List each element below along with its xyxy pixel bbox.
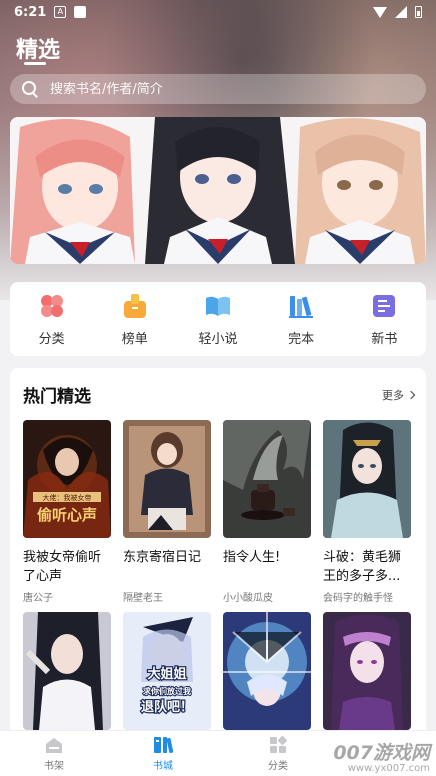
quick-nav: 分类 榜单 轻小说 完本 新书 <box>10 282 426 356</box>
hot-picks-section: 热门精选 更多 大佬：我被女帝 偷听心声 我被女帝偷听了心声 唐公子 东京寄宿日… <box>10 368 426 730</box>
cover-title-line1: 大姐姐 <box>147 666 186 682</box>
tab-label: 书城 <box>153 760 173 772</box>
quicknav-label: 榜单 <box>121 331 148 347</box>
book-cover: 大佬：我被女帝 偷听心声 <box>23 420 111 538</box>
watermark-main: 007游戏网 <box>333 742 430 764</box>
search-input[interactable] <box>50 81 390 97</box>
book-title: 我被女帝偷听了心声 <box>23 550 102 584</box>
completed-books-icon <box>289 295 314 318</box>
quicknav-light-novel[interactable]: 轻小说 <box>183 292 253 347</box>
chevron-right-icon <box>406 390 416 399</box>
notification-square-icon <box>74 6 87 18</box>
page-title[interactable]: 精选 <box>16 32 60 64</box>
title-underline <box>24 62 46 65</box>
book-author: 会码字的触手怪 <box>323 593 393 604</box>
battery-icon <box>415 6 422 18</box>
book-cover <box>123 420 211 538</box>
book-card[interactable] <box>323 612 411 730</box>
banner-illustration <box>10 117 426 264</box>
category-grid-icon <box>270 735 288 753</box>
book-card[interactable]: 斗破：黄毛狮王的多子多... 会码字的触手怪 <box>323 420 411 604</box>
book-cover: 大姐姐 求你们放过我 退队吧！ <box>123 612 211 730</box>
new-book-icon <box>373 294 396 317</box>
tab-bookshelf[interactable]: 书架 <box>0 731 108 776</box>
quicknav-label: 分类 <box>38 331 65 347</box>
book-card[interactable]: 大姐姐 求你们放过我 退队吧！ <box>123 612 211 730</box>
book-author: 小小酸瓜皮 <box>223 593 273 604</box>
book-card[interactable]: 大佬：我被女帝 偷听心声 我被女帝偷听了心声 唐公子 <box>23 420 111 604</box>
cover-subtitle: 大佬：我被女帝 <box>43 493 92 502</box>
quicknav-completed[interactable]: 完本 <box>266 292 336 347</box>
tab-bookstore[interactable]: 书城 <box>108 731 218 776</box>
tab-label: 分类 <box>268 760 288 772</box>
book-card[interactable]: 东京寄宿日记 隔壁老王 <box>123 420 211 604</box>
status-time: 6:21 <box>14 4 47 20</box>
quicknav-label: 轻小说 <box>198 331 238 347</box>
bookstore-icon <box>154 736 173 753</box>
book-card[interactable] <box>23 612 111 730</box>
notification-a-icon: A <box>54 6 67 18</box>
book-title: 东京寄宿日记 <box>123 550 202 565</box>
book-cover <box>323 420 411 538</box>
book-title: 指令人生! <box>223 550 281 565</box>
status-bar: 6:21 A <box>0 0 436 24</box>
book-cover <box>323 612 411 730</box>
cover-title-line3: 退队吧！ <box>141 700 193 715</box>
signal-icon <box>395 6 407 18</box>
more-label: 更多 <box>382 388 404 402</box>
wifi-icon <box>373 6 387 18</box>
section-title: 热门精选 <box>23 387 91 407</box>
book-author: 唐公子 <box>23 593 53 604</box>
quicknav-ranking[interactable]: 榜单 <box>100 292 170 347</box>
cover-title-line2: 求你们放过我 <box>143 686 191 696</box>
book-author: 隔壁老王 <box>123 593 163 604</box>
quicknav-new-book[interactable]: 新书 <box>349 292 419 347</box>
watermark: 007游戏网 www.yx007.com <box>333 738 430 774</box>
light-novel-icon <box>205 296 230 316</box>
ranking-icon <box>123 293 146 318</box>
tab-category[interactable]: 分类 <box>218 731 338 776</box>
search-bar[interactable] <box>10 74 426 104</box>
cover-title: 偷听心声 <box>37 506 97 524</box>
search-icon <box>22 81 38 97</box>
book-cover <box>23 612 111 730</box>
book-title: 斗破：黄毛狮王的多子多... <box>323 550 402 584</box>
tab-label: 书架 <box>44 760 64 772</box>
quicknav-label: 完本 <box>288 331 315 347</box>
category-icon <box>40 294 63 317</box>
book-cover <box>223 612 311 730</box>
banner-carousel[interactable] <box>10 117 426 264</box>
more-link[interactable]: 更多 <box>382 387 416 403</box>
book-card[interactable]: 指令人生! 小小酸瓜皮 <box>223 420 311 604</box>
quicknav-label: 新书 <box>371 331 398 347</box>
book-cover <box>223 420 311 538</box>
quicknav-category[interactable]: 分类 <box>17 292 87 347</box>
bookshelf-icon <box>46 737 62 753</box>
book-card[interactable] <box>223 612 311 730</box>
watermark-sub: www.yx007.com <box>347 763 430 774</box>
